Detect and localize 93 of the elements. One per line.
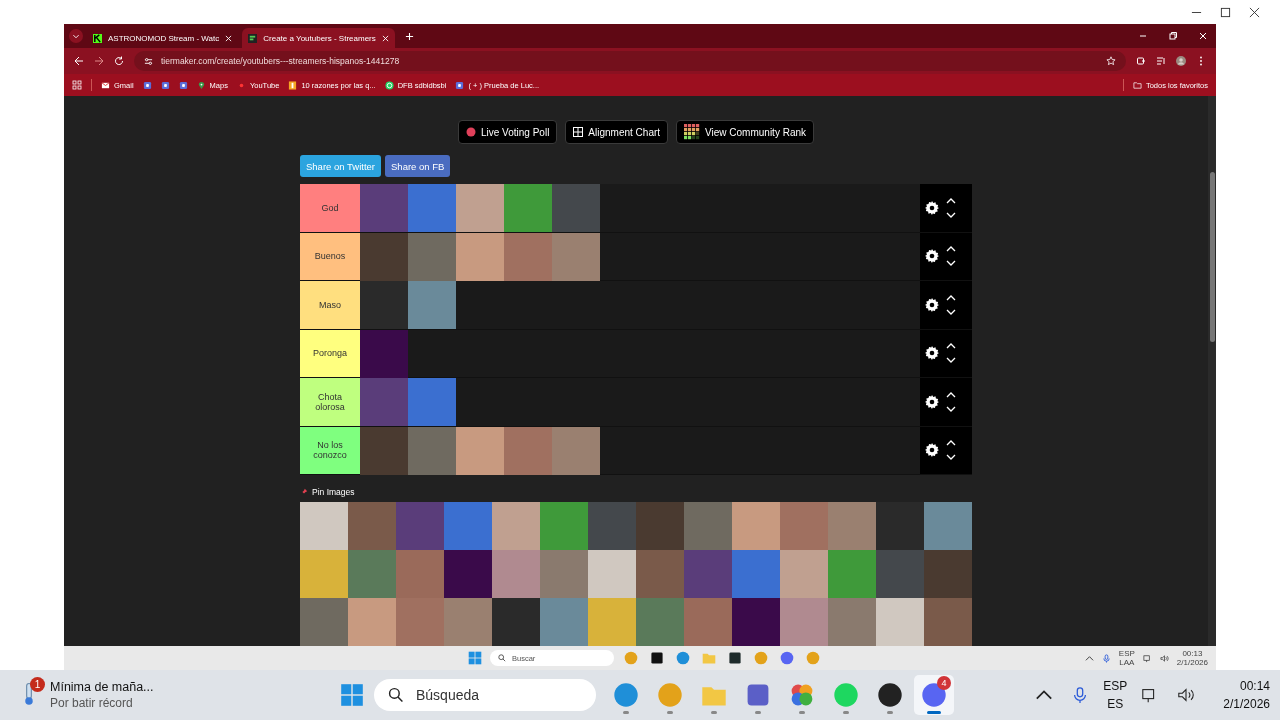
new-tab-icon[interactable] xyxy=(404,31,414,41)
settings-icon[interactable] xyxy=(924,345,940,362)
bookmark[interactable] xyxy=(178,80,188,90)
settings-icon[interactable] xyxy=(924,442,940,459)
extensions-icon[interactable] xyxy=(1136,56,1146,66)
map-pin-icon xyxy=(196,80,206,90)
clock[interactable]: 00:14 2/1/2026 xyxy=(1223,677,1270,713)
action-button[interactable]: View Community Rank xyxy=(676,120,815,144)
site-settings-icon[interactable] xyxy=(144,56,153,66)
pin-icon xyxy=(300,488,308,496)
folder-icon xyxy=(1132,80,1142,90)
restore-icon[interactable] xyxy=(1168,31,1178,41)
volume-icon[interactable] xyxy=(1177,686,1196,704)
pin-images-label: Pin Images xyxy=(312,487,355,497)
photo-placeholder[interactable] xyxy=(504,426,552,475)
document-icon xyxy=(288,80,298,90)
square-app-icon xyxy=(142,80,152,90)
tier-label: No los conozco xyxy=(300,426,360,474)
photo-placeholder[interactable] xyxy=(456,232,504,281)
chevron-down-icon[interactable] xyxy=(946,357,956,364)
browser-tab[interactable]: Create a Youtubers - Streamers xyxy=(242,28,395,48)
chevron-down-icon[interactable] xyxy=(946,454,956,461)
photo-placeholder[interactable] xyxy=(408,426,456,475)
tab-list-icon[interactable] xyxy=(69,29,83,43)
search-field[interactable]: Búsqueda xyxy=(374,679,596,711)
language-indicator[interactable]: ESP LAA xyxy=(1118,648,1135,668)
square-app-icon xyxy=(455,80,465,90)
microphone-icon[interactable] xyxy=(1101,653,1111,663)
tab-title: ASTRONOMOD Stream - Watc xyxy=(108,33,220,43)
action-button[interactable]: Alignment Chart xyxy=(565,120,669,144)
chat-icon xyxy=(384,80,394,90)
tier-label: Buenos xyxy=(300,232,360,280)
volume-icon[interactable] xyxy=(1159,653,1169,663)
forward-icon[interactable] xyxy=(94,56,104,66)
mail-icon xyxy=(101,80,110,90)
square-app-icon xyxy=(160,80,170,90)
photos-icon xyxy=(789,682,815,708)
taskbar-app[interactable]: 4 xyxy=(914,675,954,715)
chevron-up-icon[interactable] xyxy=(946,246,956,253)
tier-label: Poronga xyxy=(300,329,360,377)
close-icon[interactable] xyxy=(1249,6,1260,18)
action-button[interactable]: Live Voting Poll xyxy=(457,120,558,144)
chevron-down-icon[interactable] xyxy=(946,211,956,218)
start-icon[interactable] xyxy=(468,651,482,665)
color-grid-icon xyxy=(684,124,701,140)
settings-icon[interactable] xyxy=(924,199,940,216)
photo-placeholder[interactable] xyxy=(552,426,600,475)
tab-title: Create a Youtubers - Streamers xyxy=(263,33,376,43)
photo-placeholder[interactable] xyxy=(552,232,600,281)
notification-badge: 1 xyxy=(30,677,45,692)
square-app-icon[interactable] xyxy=(650,651,664,665)
chevron-up-icon[interactable] xyxy=(946,294,956,301)
clock[interactable]: 00:13 2/1/2026 xyxy=(1176,648,1208,668)
address-bar[interactable]: tiermaker.com/create/youtubers---streamers-hispanos-1441278 xyxy=(134,51,1126,71)
chevron-up-icon[interactable] xyxy=(946,391,956,398)
thermometer-icon xyxy=(22,681,36,707)
search-icon xyxy=(498,654,506,662)
chevron-down-icon[interactable] xyxy=(946,405,956,412)
search-icon xyxy=(388,687,404,703)
site-icon xyxy=(248,33,258,43)
letter-k-icon xyxy=(93,33,102,43)
photo-placeholder[interactable] xyxy=(408,232,456,281)
start-icon[interactable] xyxy=(340,683,364,707)
browser-tab[interactable]: ASTRONOMOD Stream - Watc xyxy=(87,28,239,48)
square-app-icon xyxy=(178,80,188,90)
avatar-icon[interactable] xyxy=(1176,56,1186,66)
media-icon[interactable] xyxy=(1156,56,1166,66)
apps-grid-icon[interactable] xyxy=(72,80,82,90)
chevron-up-icon[interactable] xyxy=(946,440,956,447)
chevron-up-icon[interactable] xyxy=(946,343,956,350)
bookmark[interactable] xyxy=(142,80,152,90)
chevron-down-icon[interactable] xyxy=(946,308,956,315)
star-icon[interactable] xyxy=(1106,56,1116,66)
settings-icon[interactable] xyxy=(924,296,940,313)
photo-placeholder[interactable] xyxy=(456,426,504,475)
chevron-up-icon[interactable] xyxy=(946,197,956,204)
share-button[interactable]: Share on FB xyxy=(385,155,451,177)
dot-icon xyxy=(465,127,476,137)
grid-icon xyxy=(573,127,584,137)
tier-label: God xyxy=(300,184,360,232)
bookmark[interactable] xyxy=(160,80,170,90)
weather-widget[interactable]: 1 Mínima de maña... Por batir récord xyxy=(22,680,322,710)
photo-placeholder[interactable] xyxy=(504,232,552,281)
chevron-down-icon[interactable] xyxy=(946,260,956,267)
tier-label: Chota olorosa xyxy=(300,378,360,426)
maximize-icon[interactable] xyxy=(1220,6,1231,18)
tier-label: Maso xyxy=(300,281,360,329)
settings-icon[interactable] xyxy=(924,248,940,265)
reload-icon[interactable] xyxy=(114,56,124,66)
back-icon[interactable] xyxy=(74,56,84,66)
language-indicator[interactable]: ESP ES xyxy=(1103,677,1128,713)
notification-badge: 4 xyxy=(937,676,951,690)
settings-icon[interactable] xyxy=(924,393,940,410)
